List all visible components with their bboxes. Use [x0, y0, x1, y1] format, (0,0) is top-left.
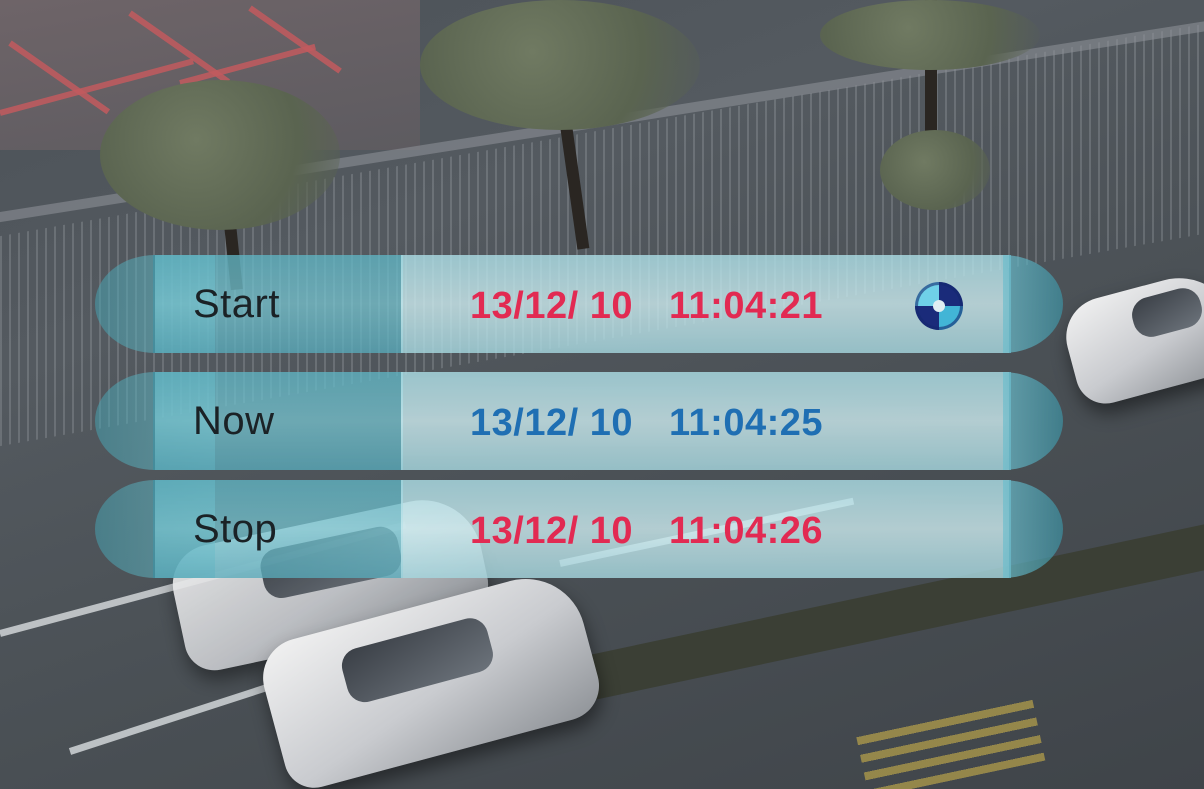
road-marking: [854, 692, 1046, 789]
now-time: 11:04:25: [669, 402, 824, 444]
camera-screen: Start 13/12/ 10 11:04:21 Now 13/12/ 10 1…: [0, 0, 1204, 789]
osd-row-now: Now 13/12/ 10 11:04:25: [95, 372, 1063, 470]
stop-label: Stop: [193, 507, 278, 551]
now-date: 13/12/ 10: [470, 402, 633, 444]
osd-row-stop: Stop 13/12/ 10 11:04:26: [95, 480, 1063, 578]
stop-time: 11:04:26: [669, 510, 824, 552]
stop-date: 13/12/ 10: [470, 510, 633, 552]
row-label-cell: [153, 372, 403, 470]
start-time: 11:04:21: [669, 285, 824, 327]
start-date: 13/12/ 10: [470, 285, 633, 327]
disc-icon: [915, 282, 963, 330]
now-label: Now: [193, 399, 275, 443]
row-cap-right: [1003, 372, 1063, 470]
car: [1057, 264, 1204, 411]
row-cap-right: [1003, 480, 1063, 578]
osd-row-start: Start 13/12/ 10 11:04:21: [95, 255, 1063, 353]
start-label: Start: [193, 282, 280, 326]
row-label-cell: [153, 480, 403, 578]
row-cap-right: [1003, 255, 1063, 353]
